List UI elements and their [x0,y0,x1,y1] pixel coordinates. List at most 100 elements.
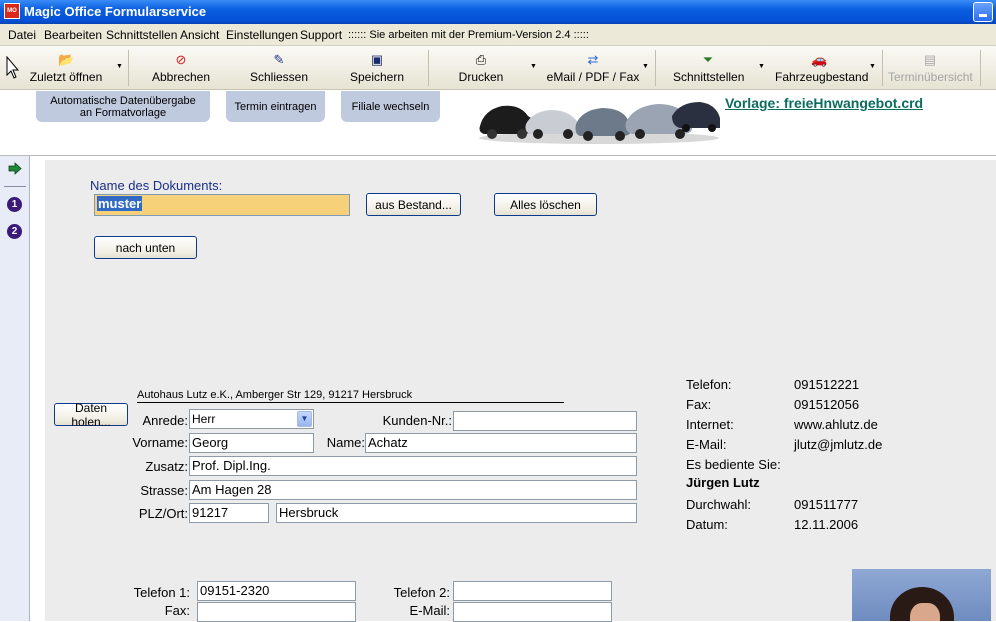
abbrechen-button[interactable]: ⊘ Abbrechen [150,50,212,86]
automatische-datenuebergabe-button[interactable]: Automatische Datenübergabe an Formatvorl… [36,91,210,122]
info-internet-label: Internet: [686,417,734,432]
mouse-cursor-icon [6,56,20,79]
open-folder-icon: 📂 [58,52,75,67]
zusatz-input[interactable]: Prof. Dipl.Ing. [189,456,637,476]
step-1-icon[interactable]: 1 [7,197,22,212]
letterhead-underline [137,402,564,403]
plz-input[interactable]: 91217 [189,503,269,523]
info-fax-label: Fax: [686,397,712,412]
printer-icon: ⎙ [475,52,487,67]
abbrechen-label: Abbrechen [151,70,211,84]
menu-schnittstellen[interactable]: Schnittstellen [106,28,177,42]
info-email-value: jlutz@jmlutz.de [794,437,883,452]
plz-ort-label: PLZ/Ort: [138,506,188,521]
schliessen-label: Schliessen [249,70,309,84]
vorlage-link[interactable]: Vorlage: freieHnwangebot.crd [725,95,923,111]
telefon1-input[interactable]: 09151-2320 [197,581,356,601]
check-close-icon: ✎ [273,52,285,67]
menu-bearbeiten[interactable]: Bearbeiten [44,28,102,42]
email-sync-icon: ⇄ [587,52,599,67]
letterhead-address: Autohaus Lutz e.K., Amberger Str 129, 91… [137,389,413,401]
info-internet-value: www.ahlutz.de [794,417,878,432]
fahrzeugbestand-dropdown-icon[interactable]: ▼ [869,63,876,70]
kunden-nr-input[interactable] [453,411,637,431]
telefon1-label: Telefon 1: [133,585,190,600]
name-input[interactable]: Achatz [365,433,637,453]
toolbar-separator [980,50,981,86]
telefon2-input[interactable] [453,581,612,601]
zuletzt-dropdown-icon[interactable]: ▼ [116,63,123,70]
drucken-dropdown-icon[interactable]: ▼ [530,63,537,70]
chevron-down-icon[interactable]: ▼ [297,411,312,427]
header-divider [0,155,996,156]
zusatz-label: Zusatz: [145,459,188,474]
cancel-icon: ⊘ [175,52,187,67]
doc-name-label: Name des Dokuments: [90,178,223,193]
aus-bestand-button[interactable]: aus Bestand... [366,193,461,216]
email-input[interactable] [453,602,612,622]
arrow-right-icon[interactable] [8,162,22,175]
ort-input[interactable]: Hersbruck [276,503,637,523]
doc-name-input[interactable]: muster [94,194,350,216]
auto-daten-line2: an Formatvorlage [79,106,167,119]
schnittstellen-dropdown-icon[interactable]: ▼ [758,63,765,70]
car-lineup-image [479,102,720,144]
calendar-icon: ▤ [923,52,937,67]
email-label: E-Mail: [409,603,450,618]
version-notice: :::::: Sie arbeiten mit der Premium-Vers… [348,29,589,41]
funnel-icon: ⏷ [702,52,714,67]
schnittstellen-button[interactable]: ⏷ Schnittstellen [673,50,745,86]
fahrzeugbestand-label: Fahrzeugbestand [775,70,869,84]
info-durchwahl-value: 091511777 [794,497,859,512]
info-bediente-name: Jürgen Lutz [686,475,760,490]
menu-datei[interactable]: Datei [8,28,36,42]
zuletzt-oeffnen-button[interactable]: 📂 Zuletzt öffnen [28,50,104,86]
info-datum-value: 12.11.2006 [794,517,859,532]
anrede-select[interactable]: Herr ▼ [189,409,314,429]
toolbar-separator [128,50,129,86]
car-icon: 🚗 [811,52,828,67]
alles-loeschen-button[interactable]: Alles löschen [494,193,597,216]
menu-einstellungen[interactable]: Einstellungen [226,28,298,42]
filiale-wechseln-button[interactable]: Filiale wechseln [341,91,440,122]
fax-input[interactable] [197,602,356,622]
info-telefon-value: 091512221 [794,377,860,392]
toolbar-separator [882,50,883,86]
info-datum-label: Datum: [686,517,728,532]
strasse-input[interactable]: Am Hagen 28 [189,480,637,500]
name-label: Name: [326,435,365,450]
step-2-icon[interactable]: 2 [7,224,22,239]
menu-ansicht[interactable]: Ansicht [180,28,219,42]
photo-face [910,603,940,621]
speichern-label: Speichern [349,70,405,84]
drucken-label: Drucken [458,70,504,84]
vorname-label: Vorname: [132,435,188,450]
fahrzeugbestand-button[interactable]: 🚗 Fahrzeugbestand [775,50,868,86]
info-durchwahl-label: Durchwahl: [686,497,752,512]
info-fax-value: 091512056 [794,397,860,412]
schliessen-button[interactable]: ✎ Schliessen [249,50,309,86]
terminuebersicht-button: ▤ Terminübersicht [888,50,973,86]
auto-daten-line1: Automatische Datenübergabe [50,94,196,107]
info-bediente-label: Es bediente Sie: [686,457,781,472]
schnittstellen-label: Schnittstellen [673,70,745,84]
zuletzt-oeffnen-label: Zuletzt öffnen [29,70,103,84]
vorname-input[interactable]: Georg [189,433,314,453]
save-disk-icon: ▣ [370,52,384,67]
drucken-button[interactable]: ⎙ Drucken [456,50,506,86]
email-dropdown-icon[interactable]: ▼ [642,63,649,70]
anrede-value: Herr [192,412,216,426]
nach-unten-button[interactable]: nach unten [94,236,197,259]
speichern-button[interactable]: ▣ Speichern [348,50,406,86]
daten-holen-button[interactable]: Daten holen... [54,401,128,429]
anrede-label: Anrede: [142,413,188,428]
termin-eintragen-button[interactable]: Termin eintragen [226,91,325,122]
menu-support[interactable]: Support [300,28,342,42]
kunden-nr-label: Kunden-Nr.: [382,413,452,428]
email-pdf-fax-label: eMail / PDF / Fax [546,70,640,84]
email-pdf-fax-button[interactable]: ⇄ eMail / PDF / Fax [546,50,640,86]
strasse-label: Strasse: [140,483,188,498]
app-icon[interactable]: MO [4,3,20,19]
minimize-button[interactable] [973,2,993,22]
toolbar-separator [428,50,429,86]
